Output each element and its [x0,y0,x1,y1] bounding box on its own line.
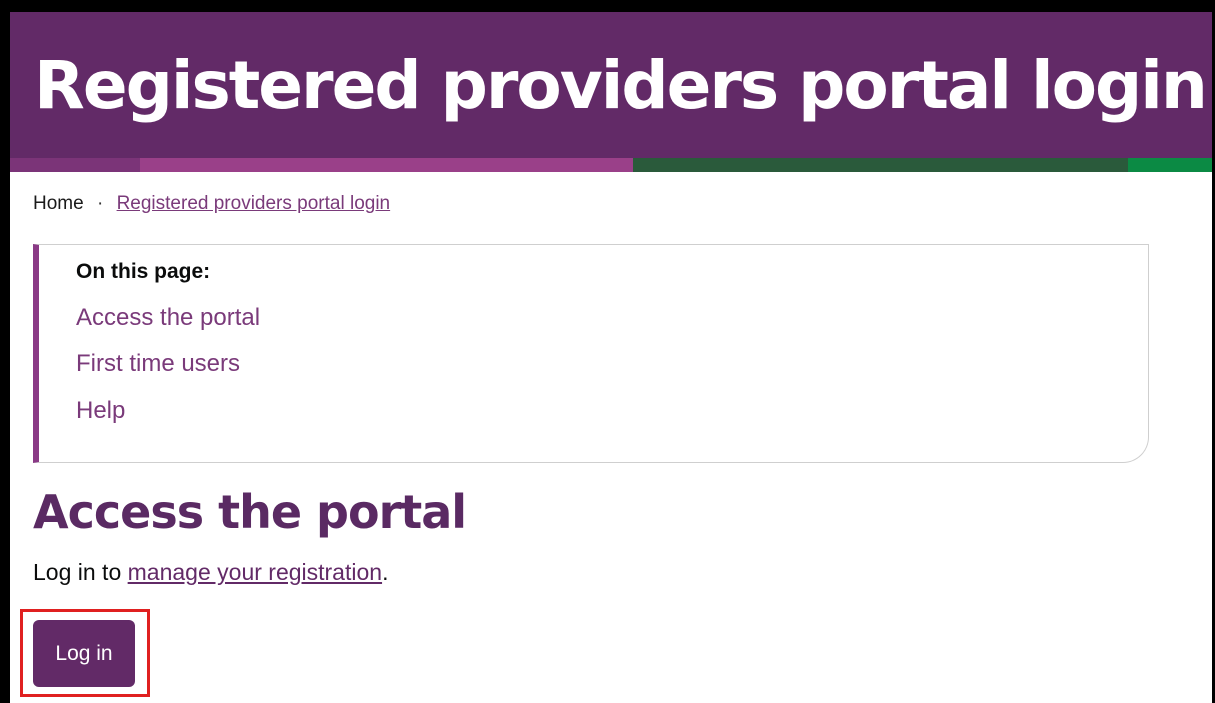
brand-stripe-segment [633,158,1128,172]
brand-stripe-segment [140,158,633,172]
intro-suffix: . [382,559,389,585]
breadcrumb-current-link[interactable]: Registered providers portal login [117,193,391,214]
manage-registration-link[interactable]: manage your registration [128,559,382,585]
site-header: Registered providers portal login [10,12,1212,158]
toc-link-access-portal[interactable]: Access the portal [76,302,260,334]
toc-link-first-time-users[interactable]: First time users [76,348,240,380]
toc-link-help[interactable]: Help [76,395,125,427]
intro-prefix: Log in to [33,559,128,585]
breadcrumb-home-link[interactable]: Home [33,193,84,214]
breadcrumb: Home · Registered providers portal login [33,190,390,218]
brand-stripe-segment [1128,158,1212,172]
login-button[interactable]: Log in [33,620,135,687]
page-title: Registered providers portal login [34,47,1208,124]
on-this-page-box: On this page: Access the portal First ti… [33,244,1149,463]
toc-heading: On this page: [76,260,211,283]
brand-stripe-segment [10,158,140,172]
section-title: Access the portal [33,485,467,539]
intro-text: Log in to manage your registration. [33,556,388,588]
breadcrumb-separator: · [96,193,104,214]
